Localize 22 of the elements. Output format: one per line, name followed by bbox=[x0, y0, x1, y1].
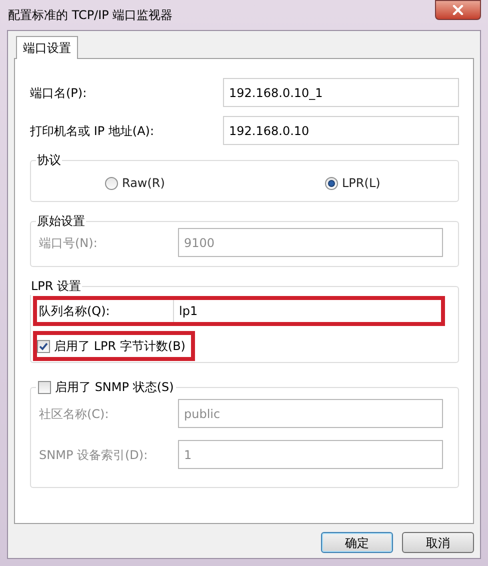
field-label: 队列名称(Q): bbox=[38, 303, 111, 320]
field-label: 端口号(N): bbox=[39, 234, 98, 252]
checkbox[interactable]: 启用了 LPR 字节计数(B) bbox=[37, 337, 186, 355]
close-icon bbox=[452, 5, 464, 15]
group-title: 协议 bbox=[36, 152, 62, 169]
field-label: 端口名(P): bbox=[30, 84, 88, 102]
dialog-button[interactable]: 确定 bbox=[321, 532, 393, 553]
window-title: 配置标准的 TCP/IP 端口监视器 bbox=[8, 7, 173, 24]
input-field[interactable]: 192.168.0.10 bbox=[223, 116, 459, 145]
group-title: LPR 设置 bbox=[30, 278, 82, 295]
dialog-button[interactable]: 取消 bbox=[402, 532, 474, 553]
tab[interactable]: 端口设置 bbox=[16, 36, 78, 59]
group-title: 原始设置 bbox=[36, 213, 86, 230]
close-button[interactable] bbox=[435, 0, 481, 20]
checkbox[interactable]: 启用了 SNMP 状态(S) bbox=[38, 378, 174, 396]
field-label: 打印机名或 IP 地址(A): bbox=[30, 122, 156, 140]
check-icon bbox=[39, 342, 48, 350]
input-field[interactable]: 192.168.0.10_1 bbox=[223, 78, 459, 107]
radio-option[interactable]: LPR(L) bbox=[325, 174, 380, 192]
field-label: SNMP 设备索引(D): bbox=[39, 446, 149, 464]
field-label: 社区名称(C): bbox=[39, 406, 110, 422]
radio-option[interactable]: Raw(R) bbox=[105, 174, 165, 192]
